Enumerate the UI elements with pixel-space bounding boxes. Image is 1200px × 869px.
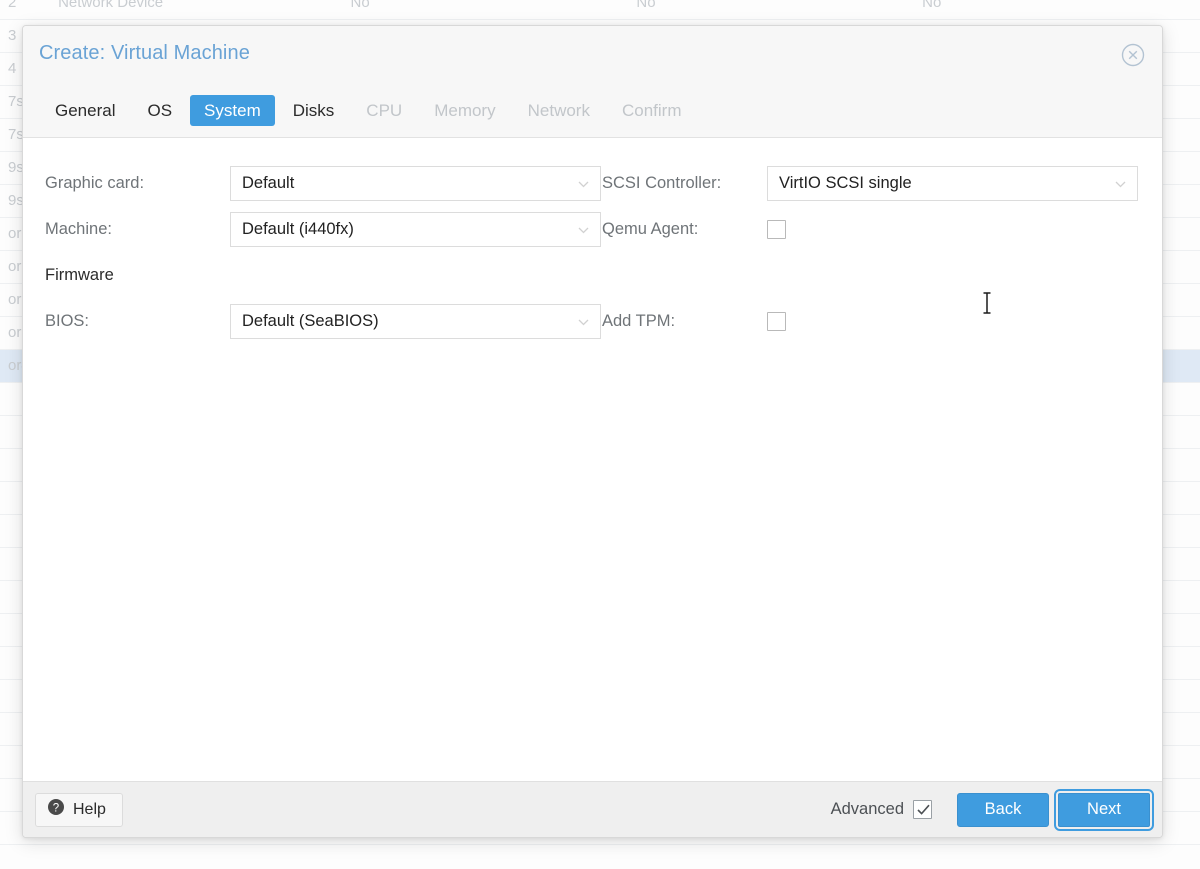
question-mark-circle-icon: ?: [47, 798, 65, 821]
bios-label: BIOS:: [45, 312, 89, 331]
bios-select[interactable]: Default (SeaBIOS): [230, 304, 601, 339]
advanced-toggle[interactable]: Advanced: [831, 800, 932, 819]
tab-system[interactable]: System: [190, 95, 275, 126]
table-cell: No: [628, 0, 914, 19]
add-tpm-label: Add TPM:: [602, 312, 675, 331]
table-cell: No: [343, 0, 629, 19]
firmware-section-heading: Firmware: [45, 266, 114, 285]
system-settings-form: Graphic card: Default SCSI Controller: V…: [23, 160, 1162, 344]
machine-value: Default (i440fx): [242, 220, 354, 239]
machine-label: Machine:: [45, 220, 112, 239]
qemu-agent-checkbox[interactable]: [767, 220, 786, 239]
add-tpm-checkbox[interactable]: [767, 312, 786, 331]
dialog-header: Create: Virtual Machine: [23, 26, 1162, 84]
scsi-controller-value: VirtIO SCSI single: [779, 174, 912, 193]
create-virtual-machine-dialog: Create: Virtual Machine General OS Syste…: [22, 25, 1163, 838]
svg-text:?: ?: [53, 802, 59, 814]
tab-os[interactable]: OS: [133, 95, 186, 126]
table-cell: 2: [0, 0, 50, 19]
table-row[interactable]: 2Network DeviceNoNoNo: [0, 0, 1200, 19]
advanced-checkbox[interactable]: [913, 800, 932, 819]
bios-value: Default (SeaBIOS): [242, 312, 379, 331]
chevron-down-icon: [577, 315, 590, 328]
dialog-body: Graphic card: Default SCSI Controller: V…: [23, 138, 1162, 781]
graphic-card-select[interactable]: Default: [230, 166, 601, 201]
tab-general[interactable]: General: [41, 95, 129, 126]
back-button[interactable]: Back: [957, 793, 1049, 827]
table-cell: No: [914, 0, 1200, 19]
scsi-controller-select[interactable]: VirtIO SCSI single: [767, 166, 1138, 201]
dialog-title: Create: Virtual Machine: [39, 42, 250, 65]
scsi-controller-label: SCSI Controller:: [602, 174, 721, 193]
tab-disks[interactable]: Disks: [279, 95, 349, 126]
graphic-card-value: Default: [242, 174, 294, 193]
next-button[interactable]: Next: [1058, 793, 1150, 827]
table-cell: Network Device: [50, 0, 342, 19]
graphic-card-label: Graphic card:: [45, 174, 144, 193]
qemu-agent-label: Qemu Agent:: [602, 220, 698, 239]
chevron-down-icon: [577, 177, 590, 190]
tab-memory: Memory: [420, 95, 509, 126]
tab-confirm: Confirm: [608, 95, 696, 126]
tab-cpu: CPU: [352, 95, 416, 126]
help-button-label: Help: [73, 801, 106, 819]
wizard-tabbar: General OS System Disks CPU Memory Netwo…: [23, 84, 1162, 138]
tab-network: Network: [514, 95, 604, 126]
dialog-footer: ? Help Advanced Back Next: [23, 781, 1162, 837]
help-button[interactable]: ? Help: [35, 793, 123, 827]
machine-select[interactable]: Default (i440fx): [230, 212, 601, 247]
chevron-down-icon: [1114, 177, 1127, 190]
advanced-label: Advanced: [831, 800, 904, 819]
close-icon[interactable]: [1119, 41, 1147, 69]
chevron-down-icon: [577, 223, 590, 236]
